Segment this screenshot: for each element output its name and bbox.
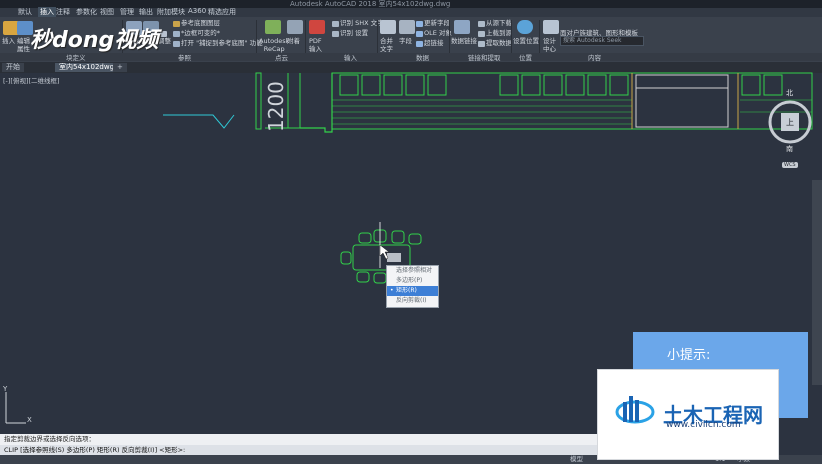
cad-wall-a — [287, 73, 301, 129]
cad-windows — [339, 74, 783, 128]
tip-title: 小提示: — [667, 348, 711, 363]
cad-cyan-line — [163, 114, 235, 129]
context-menu: 选择参照相对 多边形(P) 矩形(R) 反向剪裁(I) — [386, 265, 439, 308]
ucs-x-label: X — [27, 416, 32, 424]
navigation-bar[interactable] — [812, 180, 822, 385]
wcs-button[interactable]: WCS — [782, 162, 798, 168]
civilcn-logo-icon — [615, 396, 655, 424]
context-item-invert-clip[interactable]: 反向剪裁(I) — [387, 296, 438, 306]
model-space-button[interactable]: 模型 — [570, 455, 583, 464]
cad-facade — [331, 72, 813, 130]
logo-url: www.civilcn.com — [666, 420, 741, 430]
ucs-icon — [5, 392, 26, 424]
command-history: 指定剪裁边界或选择反向选项： — [0, 434, 604, 445]
cad-column — [255, 72, 262, 130]
context-item-rectangle[interactable]: 矩形(R) — [387, 286, 438, 296]
cad-brick-rows — [332, 99, 812, 125]
command-line-input[interactable]: CLIP [选择参照线(S) 多边形(P) 矩形(R) 反向剪裁(I)] <矩形… — [0, 445, 604, 455]
cad-wall-b — [300, 73, 333, 133]
compass-south[interactable]: 南 — [786, 144, 793, 154]
dimension-text: 1200 — [264, 81, 288, 132]
video-watermark: 秒dong视频 — [30, 28, 159, 53]
context-item-polygon[interactable]: 多边形(P) — [387, 276, 438, 286]
ucs-y-label: Y — [2, 385, 8, 393]
context-item-select-reference[interactable]: 选择参照相对 — [387, 266, 438, 276]
cursor-tooltip-box — [387, 253, 401, 262]
mouse-pointer-icon — [379, 244, 390, 260]
compass-north[interactable]: 北 — [786, 88, 793, 98]
viewcube-top[interactable]: 上 — [786, 117, 794, 128]
